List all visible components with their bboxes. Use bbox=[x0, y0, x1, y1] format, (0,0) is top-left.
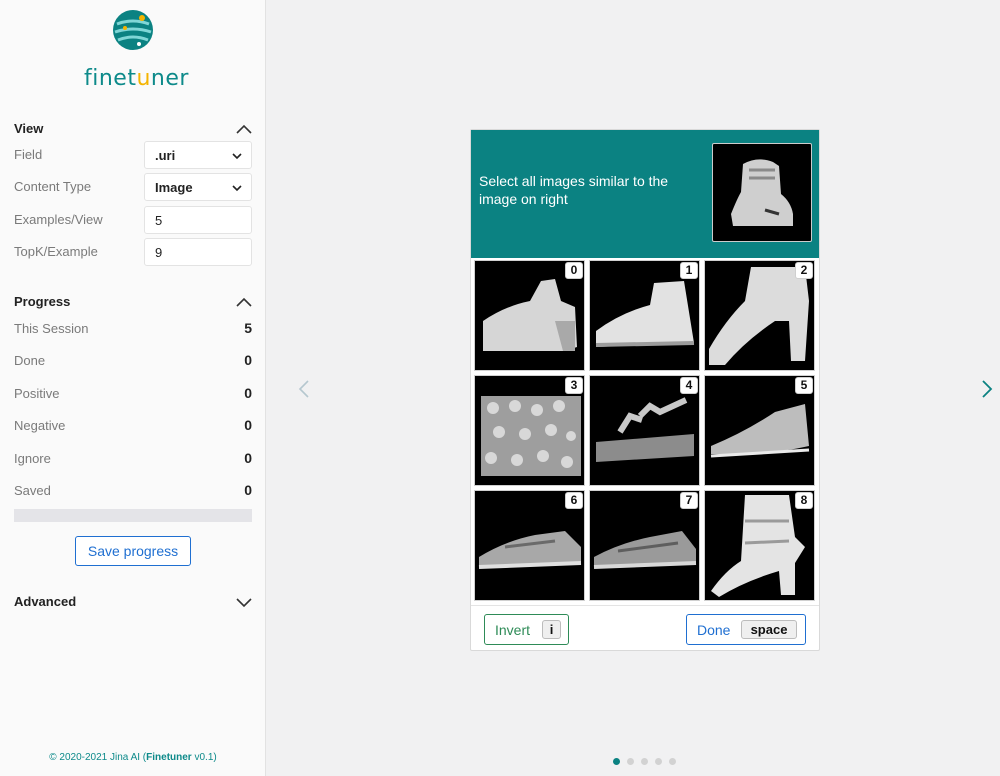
examples-view-row: Examples/View 5 bbox=[14, 206, 252, 234]
invert-label: Invert bbox=[495, 622, 531, 638]
done-button[interactable]: Done space bbox=[686, 614, 806, 645]
content-type-select[interactable]: Image bbox=[144, 173, 252, 201]
footer: © 2020-2021 Jina AI (Finetuner v0.1) bbox=[0, 752, 266, 763]
chevron-up-icon[interactable] bbox=[236, 296, 252, 308]
stat-label: Saved bbox=[14, 483, 51, 498]
tile-index-badge: 8 bbox=[795, 492, 813, 509]
tile-index-badge: 4 bbox=[680, 377, 698, 394]
previous-arrow-icon[interactable] bbox=[297, 379, 311, 399]
image-tile[interactable]: 8 bbox=[704, 490, 815, 601]
done-label: Done bbox=[697, 622, 731, 638]
finetuner-logo: finetuner bbox=[84, 8, 189, 91]
progress-section-title: Progress bbox=[14, 294, 71, 309]
tile-index-badge: 2 bbox=[795, 262, 813, 279]
stat-value: 0 bbox=[244, 417, 252, 433]
stat-value: 0 bbox=[244, 385, 252, 401]
examples-view-label: Examples/View bbox=[14, 212, 103, 227]
sidebar: finetuner View Field .uri Content Type I… bbox=[0, 0, 266, 776]
chevron-down-icon bbox=[232, 185, 242, 192]
image-grid: 0 1 2 3 4 5 6 7 8 bbox=[474, 260, 818, 604]
field-select-value: .uri bbox=[155, 148, 176, 163]
tile-index-badge: 0 bbox=[565, 262, 583, 279]
topk-example-input[interactable]: 9 bbox=[144, 238, 252, 266]
stat-label: Positive bbox=[14, 386, 60, 401]
stat-row-ignore: Ignore 0 bbox=[14, 445, 252, 473]
examples-view-input[interactable]: 5 bbox=[144, 206, 252, 234]
stat-label: Negative bbox=[14, 418, 66, 433]
image-tile[interactable]: 5 bbox=[704, 375, 815, 486]
view-section-title: View bbox=[14, 121, 44, 136]
carousel-pagination bbox=[613, 758, 683, 766]
image-tile[interactable]: 2 bbox=[704, 260, 815, 371]
stat-row-positive: Positive 0 bbox=[14, 380, 252, 408]
topk-example-row: TopK/Example 9 bbox=[14, 238, 252, 266]
field-label: Field bbox=[14, 147, 43, 162]
view-section-header[interactable]: View bbox=[14, 121, 252, 141]
image-tile[interactable]: 4 bbox=[589, 375, 700, 486]
card-header: Select all images similar to the image o… bbox=[471, 130, 819, 258]
footer-copyright: © 2020-2021 Jina AI ( bbox=[49, 752, 147, 763]
advanced-section-title: Advanced bbox=[14, 594, 77, 609]
chevron-down-icon[interactable] bbox=[236, 596, 252, 608]
invert-button[interactable]: Invert i bbox=[484, 614, 569, 645]
save-progress-button[interactable]: Save progress bbox=[75, 536, 191, 566]
next-arrow-icon[interactable] bbox=[980, 379, 994, 399]
topk-example-label: TopK/Example bbox=[14, 244, 98, 259]
stat-label: Done bbox=[14, 353, 46, 368]
advanced-section-header[interactable]: Advanced bbox=[14, 594, 252, 614]
footer-product: Finetuner bbox=[146, 752, 192, 763]
tile-index-badge: 6 bbox=[565, 492, 583, 509]
stat-label: Ignore bbox=[14, 451, 51, 466]
stat-row-saved: Saved 0 bbox=[14, 477, 252, 505]
image-tile[interactable]: 7 bbox=[589, 490, 700, 601]
stat-value: 5 bbox=[244, 320, 252, 336]
brand-name: finetuner bbox=[84, 66, 189, 91]
reference-image bbox=[712, 143, 812, 242]
image-tile[interactable]: 6 bbox=[474, 490, 585, 601]
image-tile[interactable]: 3 bbox=[474, 375, 585, 486]
image-tile[interactable]: 1 bbox=[589, 260, 700, 371]
card-footer: Invert i Done space bbox=[471, 605, 819, 651]
stat-row-session: This Session 5 bbox=[14, 315, 252, 343]
field-select[interactable]: .uri bbox=[144, 141, 252, 169]
invert-shortcut-key: i bbox=[542, 620, 561, 639]
content-type-value: Image bbox=[155, 180, 193, 195]
page-dot[interactable] bbox=[641, 758, 648, 765]
prompt-text: Select all images similar to the image o… bbox=[479, 173, 669, 207]
stat-row-negative: Negative 0 bbox=[14, 412, 252, 440]
page-dot[interactable] bbox=[627, 758, 634, 765]
content-type-row: Content Type Image bbox=[14, 173, 252, 201]
progress-bar bbox=[14, 509, 252, 522]
content-type-label: Content Type bbox=[14, 179, 92, 194]
stat-row-done: Done 0 bbox=[14, 347, 252, 375]
tile-index-badge: 5 bbox=[795, 377, 813, 394]
tile-index-badge: 1 bbox=[680, 262, 698, 279]
chevron-down-icon bbox=[232, 153, 242, 160]
labeling-card: Select all images similar to the image o… bbox=[470, 129, 820, 651]
footer-version: v0.1) bbox=[191, 752, 217, 763]
page-dot[interactable] bbox=[613, 758, 620, 765]
done-shortcut-key: space bbox=[741, 620, 797, 639]
tile-index-badge: 7 bbox=[680, 492, 698, 509]
field-row: Field .uri bbox=[14, 141, 252, 169]
progress-section-header[interactable]: Progress bbox=[14, 294, 252, 314]
chevron-up-icon[interactable] bbox=[236, 123, 252, 135]
globe-icon bbox=[113, 10, 153, 50]
stat-value: 0 bbox=[244, 450, 252, 466]
page-dot[interactable] bbox=[655, 758, 662, 765]
image-tile[interactable]: 0 bbox=[474, 260, 585, 371]
stat-label: This Session bbox=[14, 321, 89, 336]
stat-value: 0 bbox=[244, 352, 252, 368]
stat-value: 0 bbox=[244, 482, 252, 498]
tile-index-badge: 3 bbox=[565, 377, 583, 394]
page-dot[interactable] bbox=[669, 758, 676, 765]
